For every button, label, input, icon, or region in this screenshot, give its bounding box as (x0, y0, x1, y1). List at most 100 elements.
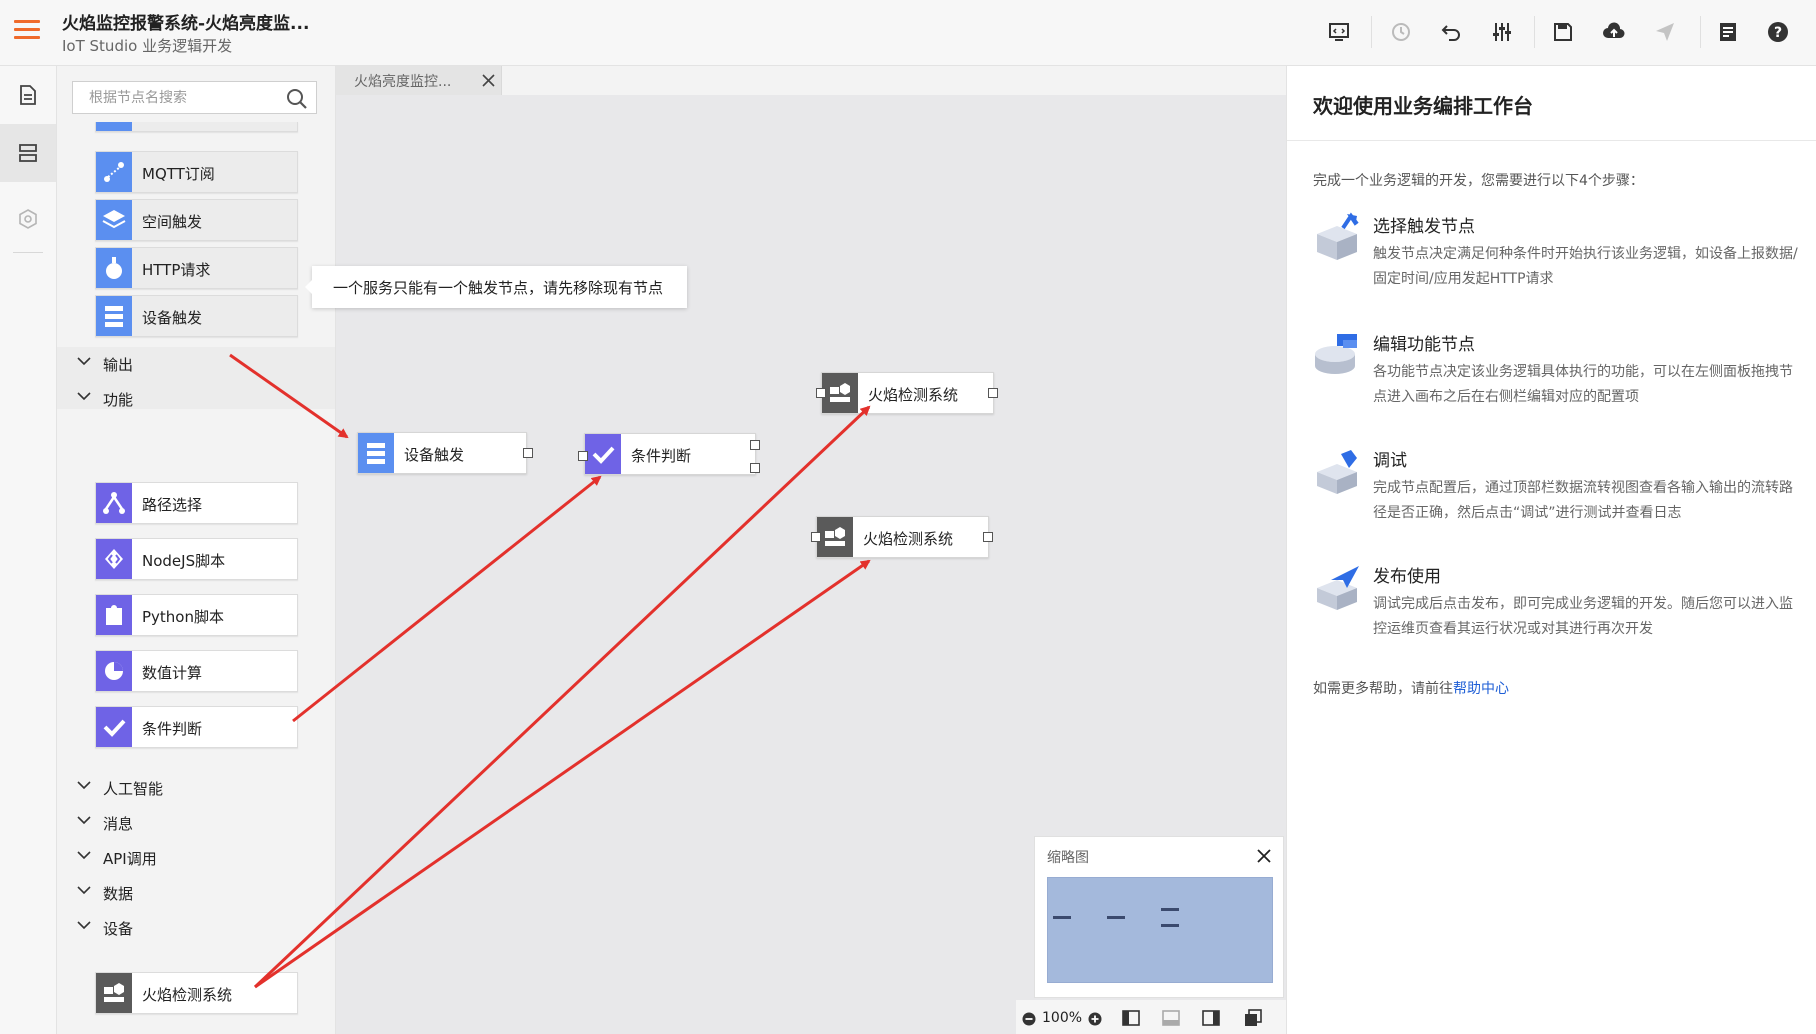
category-api[interactable]: API调用 (57, 840, 335, 874)
chevron-down-icon (77, 781, 91, 790)
zoom-level: 100% (1042, 1010, 1083, 1026)
node-search-input[interactable] (73, 82, 283, 113)
category-function[interactable]: 功能 (57, 381, 335, 415)
zoom-in-icon[interactable] (1088, 1012, 1102, 1026)
node-item-python[interactable]: Python脚本 (95, 594, 298, 636)
trigger-limit-tooltip: 一个服务只能有一个触发节点，请先移除现有节点 (305, 266, 687, 308)
node-label: 火焰检测系统 (868, 386, 959, 404)
left-rail (0, 66, 57, 1034)
toggle-right-panel-icon[interactable] (1202, 1010, 1220, 1026)
minimap-title: 缩略图 (1047, 850, 1089, 866)
device-icon (817, 517, 853, 557)
rail-nodes-button[interactable] (0, 124, 56, 182)
category-device[interactable]: 设备 (57, 910, 335, 944)
close-icon[interactable] (1257, 849, 1271, 863)
node-item-calc[interactable]: 数值计算 (95, 650, 298, 692)
undo-icon[interactable] (1440, 20, 1464, 44)
output-port[interactable] (983, 532, 993, 542)
device-trigger-icon (96, 296, 132, 336)
output-port-false[interactable] (750, 463, 760, 473)
node-item-mqtt[interactable]: MQTT订阅 (95, 151, 298, 193)
history-icon[interactable] (1389, 20, 1413, 44)
canvas-node-device-trigger[interactable]: 设备触发 (357, 432, 527, 474)
save-icon[interactable] (1551, 20, 1575, 44)
search-icon[interactable] (286, 88, 308, 110)
device-icon (822, 373, 858, 413)
node-item-http[interactable]: HTTP请求 (95, 247, 298, 289)
category-data[interactable]: 数据 (57, 875, 335, 909)
node-item-flame-device[interactable]: 火焰检测系统 (95, 972, 298, 1014)
node-item-space-trigger[interactable]: 空间触发 (95, 199, 298, 241)
welcome-divider (1287, 140, 1816, 141)
node-label: 火焰检测系统 (142, 986, 233, 1004)
canvas-node-condition[interactable]: 条件判断 (584, 433, 756, 475)
canvas-node-device-1[interactable]: 火焰检测系统 (821, 372, 994, 414)
toolbar-divider (1534, 16, 1535, 48)
category-message[interactable]: 消息 (57, 805, 335, 839)
log-icon[interactable] (1716, 20, 1740, 44)
node-label: 火焰检测系统 (863, 530, 954, 548)
chevron-down-icon (77, 921, 91, 930)
input-port[interactable] (816, 388, 826, 398)
canvas-node-device-2[interactable]: 火焰检测系统 (816, 516, 989, 558)
hexagon-settings-icon (19, 209, 37, 229)
settings-sliders-icon[interactable] (1490, 20, 1514, 44)
node-item-device-trigger[interactable]: 设备触发 (95, 295, 298, 337)
zoom-out-icon[interactable] (1022, 1012, 1036, 1026)
publish-icon[interactable] (1653, 20, 1677, 44)
hamburger-menu-icon[interactable] (14, 20, 40, 42)
minimap-viewport[interactable] (1047, 877, 1273, 983)
category-label: 功能 (103, 391, 134, 409)
step-title: 编辑功能节点 (1373, 335, 1475, 355)
toggle-bottom-panel-icon[interactable] (1162, 1010, 1180, 1026)
step-description: 完成节点配置后，通过顶部栏数据流转视图查看各输入输出的流转路径是否正确，然后点击… (1373, 480, 1793, 521)
node-label: 空间触发 (142, 213, 203, 231)
tooltip-text: 一个服务只能有一个触发节点，请先移除现有节点 (333, 279, 664, 297)
node-label: HTTP请求 (142, 261, 211, 279)
welcome-intro: 完成一个业务逻辑的开发，您需要进行以下4个步骤： (1313, 173, 1644, 189)
toolbar-divider (1700, 16, 1701, 48)
canvas-tabs: 火焰亮度监控... (336, 66, 1286, 95)
cloud-deploy-icon[interactable] (1602, 20, 1626, 44)
node-label: Python脚本 (142, 608, 224, 626)
toggle-left-panel-icon[interactable] (1122, 1010, 1140, 1026)
close-icon[interactable] (482, 74, 495, 87)
node-label: 设备触发 (142, 309, 203, 327)
device-trigger-icon (358, 433, 394, 473)
category-label: 人工智能 (103, 780, 164, 798)
chevron-down-icon (77, 886, 91, 895)
node-search (72, 81, 317, 114)
chevron-down-icon (77, 392, 91, 401)
monitor-icon[interactable] (1327, 20, 1351, 44)
output-port[interactable] (523, 448, 533, 458)
layers-icon (96, 200, 132, 240)
category-label: 消息 (103, 815, 134, 833)
category-ai[interactable]: 人工智能 (57, 770, 335, 804)
input-port[interactable] (811, 532, 821, 542)
node-item-nodejs[interactable]: NodeJS脚本 (95, 538, 298, 580)
node-item-path-select[interactable]: 路径选择 (95, 482, 298, 524)
node-icon (96, 122, 132, 131)
output-port-true[interactable] (750, 440, 760, 450)
rail-file-button[interactable] (0, 66, 56, 124)
pie-chart-icon (96, 651, 132, 691)
check-icon (585, 434, 621, 474)
help-center-link[interactable]: 帮助中心 (1453, 681, 1509, 697)
category-output[interactable]: 输出 (57, 346, 335, 380)
node-label: 设备触发 (404, 446, 465, 464)
step-title: 选择触发节点 (1373, 217, 1475, 237)
rail-divider (13, 252, 43, 253)
minimap: 缩略图 (1034, 836, 1284, 998)
help-icon[interactable]: ? (1766, 20, 1790, 44)
debug-step-icon (1317, 450, 1357, 494)
input-port[interactable] (578, 451, 588, 461)
category-label: 输出 (103, 356, 134, 374)
step-title: 发布使用 (1373, 567, 1441, 587)
node-item-partial[interactable] (95, 122, 298, 132)
step-description: 触发节点决定满足何种条件时开始执行该业务逻辑，如设备上报数据/固定时间/应用发起… (1373, 246, 1798, 287)
rail-settings-button[interactable] (0, 190, 56, 248)
node-item-condition[interactable]: 条件判断 (95, 706, 298, 748)
toggle-minimap-icon[interactable] (1244, 1009, 1262, 1027)
output-port[interactable] (988, 388, 998, 398)
tab-flame-monitor[interactable]: 火焰亮度监控... (336, 66, 502, 95)
